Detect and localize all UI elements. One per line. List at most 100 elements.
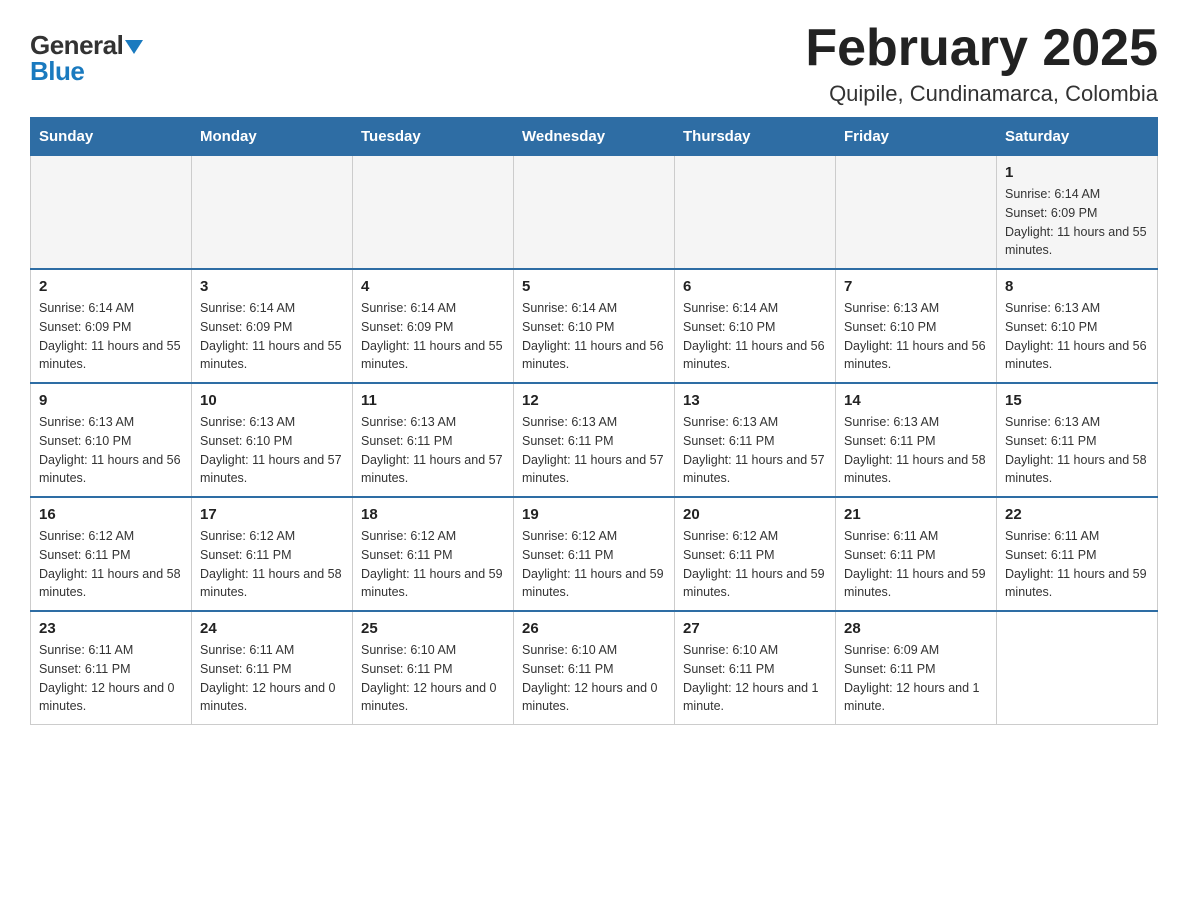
calendar-cell: 8 Sunrise: 6:13 AM Sunset: 6:10 PM Daylig…: [997, 269, 1158, 383]
day-number: 17: [200, 506, 344, 523]
day-info: Sunrise: 6:13 AM Sunset: 6:11 PM Dayligh…: [361, 413, 505, 488]
calendar-cell: [192, 156, 353, 270]
calendar-cell: 23Sunrise: 6:11 AM Sunset: 6:11 PM Dayli…: [31, 611, 192, 725]
title-area: February 2025 Quipile, Cundinamarca, Col…: [805, 20, 1158, 107]
calendar-cell: [31, 156, 192, 270]
page-header: General Blue February 2025 Quipile, Cund…: [30, 20, 1158, 107]
day-info: Sunrise: 6:11 AM Sunset: 6:11 PM Dayligh…: [1005, 527, 1149, 602]
column-header-tuesday: Tuesday: [353, 118, 514, 156]
day-number: 20: [683, 506, 827, 523]
column-header-sunday: Sunday: [31, 118, 192, 156]
column-header-wednesday: Wednesday: [514, 118, 675, 156]
calendar-header-row: SundayMondayTuesdayWednesdayThursdayFrid…: [31, 118, 1158, 156]
day-info: Sunrise: 6:14 AM Sunset: 6:09 PM Dayligh…: [39, 299, 183, 374]
calendar-cell: 5 Sunrise: 6:14 AM Sunset: 6:10 PM Daylig…: [514, 269, 675, 383]
day-number: 1: [1005, 164, 1149, 181]
calendar-cell: 25Sunrise: 6:10 AM Sunset: 6:11 PM Dayli…: [353, 611, 514, 725]
calendar-cell: 2 Sunrise: 6:14 AM Sunset: 6:09 PM Daylig…: [31, 269, 192, 383]
logo-triangle-icon: [125, 40, 143, 54]
day-info: Sunrise: 6:13 AM Sunset: 6:11 PM Dayligh…: [683, 413, 827, 488]
day-number: 22: [1005, 506, 1149, 523]
calendar-cell: 1 Sunrise: 6:14 AM Sunset: 6:09 PM Daylig…: [997, 156, 1158, 270]
calendar-week-row: 2 Sunrise: 6:14 AM Sunset: 6:09 PM Daylig…: [31, 269, 1158, 383]
column-header-thursday: Thursday: [675, 118, 836, 156]
day-number: 26: [522, 620, 666, 637]
calendar-cell: 12 Sunrise: 6:13 AM Sunset: 6:11 PM Dayli…: [514, 383, 675, 497]
calendar-cell: 13 Sunrise: 6:13 AM Sunset: 6:11 PM Dayli…: [675, 383, 836, 497]
logo: General Blue: [30, 30, 143, 87]
day-number: 5: [522, 278, 666, 295]
day-number: 21: [844, 506, 988, 523]
day-info: Sunrise: 6:10 AM Sunset: 6:11 PM Dayligh…: [522, 641, 666, 716]
calendar-cell: 20 Sunrise: 6:12 AM Sunset: 6:11 PM Dayli…: [675, 497, 836, 611]
calendar-cell: 3 Sunrise: 6:14 AM Sunset: 6:09 PM Daylig…: [192, 269, 353, 383]
day-info: Sunrise: 6:09 AM Sunset: 6:11 PM Dayligh…: [844, 641, 988, 716]
day-number: 12: [522, 392, 666, 409]
day-number: 10: [200, 392, 344, 409]
column-header-friday: Friday: [836, 118, 997, 156]
day-info: Sunrise: 6:13 AM Sunset: 6:11 PM Dayligh…: [844, 413, 988, 488]
day-number: 8: [1005, 278, 1149, 295]
day-number: 4: [361, 278, 505, 295]
day-info: Sunrise: 6:12 AM Sunset: 6:11 PM Dayligh…: [200, 527, 344, 602]
day-info: Sunrise: 6:14 AM Sunset: 6:09 PM Dayligh…: [200, 299, 344, 374]
location-subtitle: Quipile, Cundinamarca, Colombia: [805, 81, 1158, 107]
calendar-cell: [514, 156, 675, 270]
calendar-cell: 9 Sunrise: 6:13 AM Sunset: 6:10 PM Daylig…: [31, 383, 192, 497]
calendar-cell: 21 Sunrise: 6:11 AM Sunset: 6:11 PM Dayli…: [836, 497, 997, 611]
calendar-cell: 6Sunrise: 6:14 AM Sunset: 6:10 PM Daylig…: [675, 269, 836, 383]
day-number: 9: [39, 392, 183, 409]
calendar-cell: 15 Sunrise: 6:13 AM Sunset: 6:11 PM Dayli…: [997, 383, 1158, 497]
day-info: Sunrise: 6:13 AM Sunset: 6:11 PM Dayligh…: [1005, 413, 1149, 488]
calendar-cell: 7 Sunrise: 6:13 AM Sunset: 6:10 PM Daylig…: [836, 269, 997, 383]
calendar-cell: 19Sunrise: 6:12 AM Sunset: 6:11 PM Dayli…: [514, 497, 675, 611]
day-info: Sunrise: 6:11 AM Sunset: 6:11 PM Dayligh…: [844, 527, 988, 602]
day-number: 6: [683, 278, 827, 295]
calendar-cell: 22 Sunrise: 6:11 AM Sunset: 6:11 PM Dayli…: [997, 497, 1158, 611]
day-number: 14: [844, 392, 988, 409]
calendar-table: SundayMondayTuesdayWednesdayThursdayFrid…: [30, 117, 1158, 725]
day-number: 7: [844, 278, 988, 295]
day-info: Sunrise: 6:13 AM Sunset: 6:11 PM Dayligh…: [522, 413, 666, 488]
day-number: 15: [1005, 392, 1149, 409]
day-info: Sunrise: 6:13 AM Sunset: 6:10 PM Dayligh…: [39, 413, 183, 488]
calendar-cell: 16 Sunrise: 6:12 AM Sunset: 6:11 PM Dayli…: [31, 497, 192, 611]
month-title: February 2025: [805, 20, 1158, 77]
day-number: 16: [39, 506, 183, 523]
day-info: Sunrise: 6:13 AM Sunset: 6:10 PM Dayligh…: [844, 299, 988, 374]
day-info: Sunrise: 6:12 AM Sunset: 6:11 PM Dayligh…: [683, 527, 827, 602]
day-info: Sunrise: 6:12 AM Sunset: 6:11 PM Dayligh…: [39, 527, 183, 602]
day-info: Sunrise: 6:13 AM Sunset: 6:10 PM Dayligh…: [1005, 299, 1149, 374]
calendar-cell: [997, 611, 1158, 725]
day-number: 25: [361, 620, 505, 637]
calendar-cell: 24 Sunrise: 6:11 AM Sunset: 6:11 PM Dayli…: [192, 611, 353, 725]
day-number: 3: [200, 278, 344, 295]
day-info: Sunrise: 6:12 AM Sunset: 6:11 PM Dayligh…: [361, 527, 505, 602]
calendar-cell: 28 Sunrise: 6:09 AM Sunset: 6:11 PM Dayli…: [836, 611, 997, 725]
column-header-monday: Monday: [192, 118, 353, 156]
day-number: 27: [683, 620, 827, 637]
day-info: Sunrise: 6:14 AM Sunset: 6:09 PM Dayligh…: [1005, 185, 1149, 260]
day-info: Sunrise: 6:11 AM Sunset: 6:11 PM Dayligh…: [200, 641, 344, 716]
calendar-cell: 14 Sunrise: 6:13 AM Sunset: 6:11 PM Dayli…: [836, 383, 997, 497]
logo-blue-text: Blue: [30, 56, 84, 87]
calendar-cell: 17 Sunrise: 6:12 AM Sunset: 6:11 PM Dayli…: [192, 497, 353, 611]
calendar-week-row: 9 Sunrise: 6:13 AM Sunset: 6:10 PM Daylig…: [31, 383, 1158, 497]
calendar-cell: 4 Sunrise: 6:14 AM Sunset: 6:09 PM Daylig…: [353, 269, 514, 383]
day-info: Sunrise: 6:14 AM Sunset: 6:09 PM Dayligh…: [361, 299, 505, 374]
day-number: 23: [39, 620, 183, 637]
day-number: 13: [683, 392, 827, 409]
day-number: 11: [361, 392, 505, 409]
day-number: 24: [200, 620, 344, 637]
day-number: 18: [361, 506, 505, 523]
calendar-cell: [836, 156, 997, 270]
calendar-cell: 11 Sunrise: 6:13 AM Sunset: 6:11 PM Dayli…: [353, 383, 514, 497]
calendar-week-row: 16 Sunrise: 6:12 AM Sunset: 6:11 PM Dayli…: [31, 497, 1158, 611]
day-info: Sunrise: 6:14 AM Sunset: 6:10 PM Dayligh…: [522, 299, 666, 374]
calendar-cell: [675, 156, 836, 270]
calendar-week-row: 23 Sunrise: 6:11 AM Sunset: 6:11 PM Dayli…: [31, 611, 1158, 725]
calendar-cell: 18 Sunrise: 6:12 AM Sunset: 6:11 PM Dayli…: [353, 497, 514, 611]
calendar-cell: [353, 156, 514, 270]
day-number: 28: [844, 620, 988, 637]
day-number: 2: [39, 278, 183, 295]
